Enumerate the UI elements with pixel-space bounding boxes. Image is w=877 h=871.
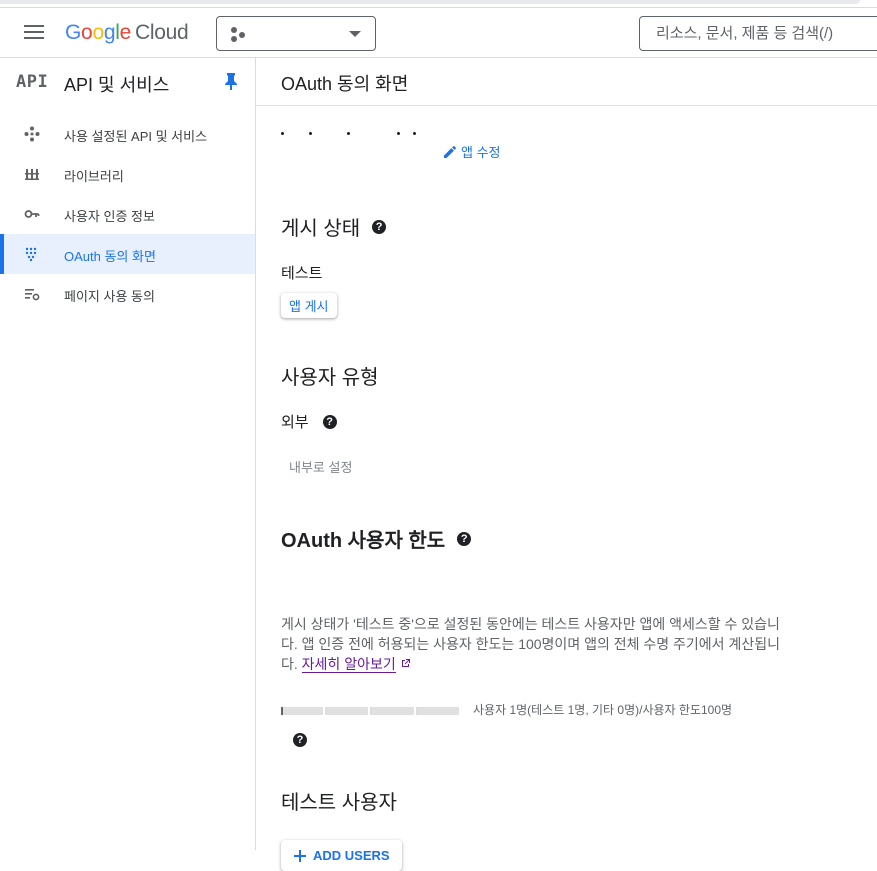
project-selector[interactable] xyxy=(216,16,376,51)
sidebar-header: API API 및 서비스 xyxy=(0,58,255,106)
sidebar-item-label: 사용자 인증 정보 xyxy=(64,209,155,224)
logo-cloud: Cloud xyxy=(134,21,189,44)
user-type-title: 사용자 유형 xyxy=(281,361,379,390)
sidebar-item-page-usage-agreement[interactable]: 페이지 사용 동의 xyxy=(0,274,255,314)
top-app-bar: Google Cloud xyxy=(0,8,877,58)
hamburger-menu-icon[interactable] xyxy=(24,25,44,41)
sidebar-title: API 및 서비스 xyxy=(64,75,170,95)
learn-more-link[interactable]: 자세히 알아보기 xyxy=(301,656,396,673)
app-name-redacted xyxy=(281,128,431,138)
sidebar: API API 및 서비스 사용 설정된 API 및 서비스 라이브러리 사용자… xyxy=(0,58,256,850)
chevron-down-icon xyxy=(349,31,361,37)
quota-usage-text: 사용자 1명(테스트 1명, 기타 0명)/사용자 한도100명 xyxy=(473,703,733,717)
add-users-button[interactable]: ADD USERS xyxy=(281,840,402,871)
pin-icon[interactable] xyxy=(223,72,239,90)
learn-more-label: 자세히 알아보기 xyxy=(301,656,396,672)
sidebar-item-label: 사용 설정된 API 및 서비스 xyxy=(64,129,208,144)
make-internal-button[interactable]: 내부로 설정 xyxy=(289,457,352,476)
browser-tab-bar xyxy=(0,0,860,4)
page-header: OAuth 동의 화면 xyxy=(256,58,877,106)
section-title-text: 테스트 사용자 xyxy=(281,792,397,814)
section-title-text: 사용자 유형 xyxy=(281,367,379,389)
logo-google: Google xyxy=(65,21,131,44)
quota-usage-row: 사용자 1명(테스트 1명, 기타 0명)/사용자 한도100명 xyxy=(281,701,821,721)
sidebar-item-label: 페이지 사용 동의 xyxy=(64,289,155,304)
edit-app-link[interactable]: 앱 수정 xyxy=(443,142,501,161)
key-icon xyxy=(24,210,40,218)
section-title-text: OAuth 사용자 한도 xyxy=(281,530,446,552)
quota-progress-fill xyxy=(281,707,283,715)
pencil-icon xyxy=(444,145,457,158)
help-icon[interactable]: ? xyxy=(322,414,337,429)
list-settings-icon xyxy=(25,289,40,301)
test-users-title: 테스트 사용자 xyxy=(281,786,397,815)
user-type-value: 외부 xyxy=(281,414,309,431)
publish-status-title: 게시 상태 ? xyxy=(281,212,387,241)
project-dots-icon xyxy=(231,27,247,43)
search-input[interactable] xyxy=(639,16,877,51)
plus-icon xyxy=(294,849,306,862)
google-cloud-logo[interactable]: Google Cloud xyxy=(65,21,189,45)
external-link-icon xyxy=(401,659,410,667)
browser-top-strip xyxy=(0,0,877,8)
sidebar-item-credentials[interactable]: 사용자 인증 정보 xyxy=(0,194,255,234)
help-icon[interactable]: ? xyxy=(372,219,387,234)
help-icon[interactable]: ? xyxy=(293,733,307,747)
sidebar-item-label: 라이브러리 xyxy=(64,169,124,184)
quota-progress-bar xyxy=(281,707,461,715)
publish-status-value: 테스트 xyxy=(281,265,323,282)
api-logo-icon: API xyxy=(16,72,49,92)
page-title: OAuth 동의 화면 xyxy=(281,74,409,94)
user-type-value-row: 외부 ? xyxy=(281,411,337,432)
sidebar-item-library[interactable]: 라이브러리 xyxy=(0,154,255,194)
diamond-arrows-icon xyxy=(24,126,40,142)
dot-grid-icon xyxy=(25,247,37,262)
help-icon[interactable]: ? xyxy=(457,531,472,546)
sidebar-nav: 사용 설정된 API 및 서비스 라이브러리 사용자 인증 정보 OAuth 동… xyxy=(0,106,255,314)
oauth-quota-title: OAuth 사용자 한도 ? xyxy=(281,524,472,553)
sidebar-item-label: OAuth 동의 화면 xyxy=(64,249,156,264)
sidebar-item-enabled-apis[interactable]: 사용 설정된 API 및 서비스 xyxy=(0,114,255,154)
add-users-label: ADD USERS xyxy=(313,848,390,863)
edit-app-label: 앱 수정 xyxy=(461,145,501,160)
main-content: OAuth 동의 화면 앱 수정 게시 상태 ? 테스트 앱 게시 사용자 유형… xyxy=(256,58,877,871)
sidebar-item-oauth-consent[interactable]: OAuth 동의 화면 xyxy=(0,234,255,274)
publish-app-button[interactable]: 앱 게시 xyxy=(281,293,337,318)
library-icon xyxy=(25,169,39,180)
quota-description: 게시 상태가 '테스트 중'으로 설정된 동안에는 테스트 사용자만 앱에 액세… xyxy=(281,614,791,674)
section-title-text: 게시 상태 xyxy=(281,218,361,240)
